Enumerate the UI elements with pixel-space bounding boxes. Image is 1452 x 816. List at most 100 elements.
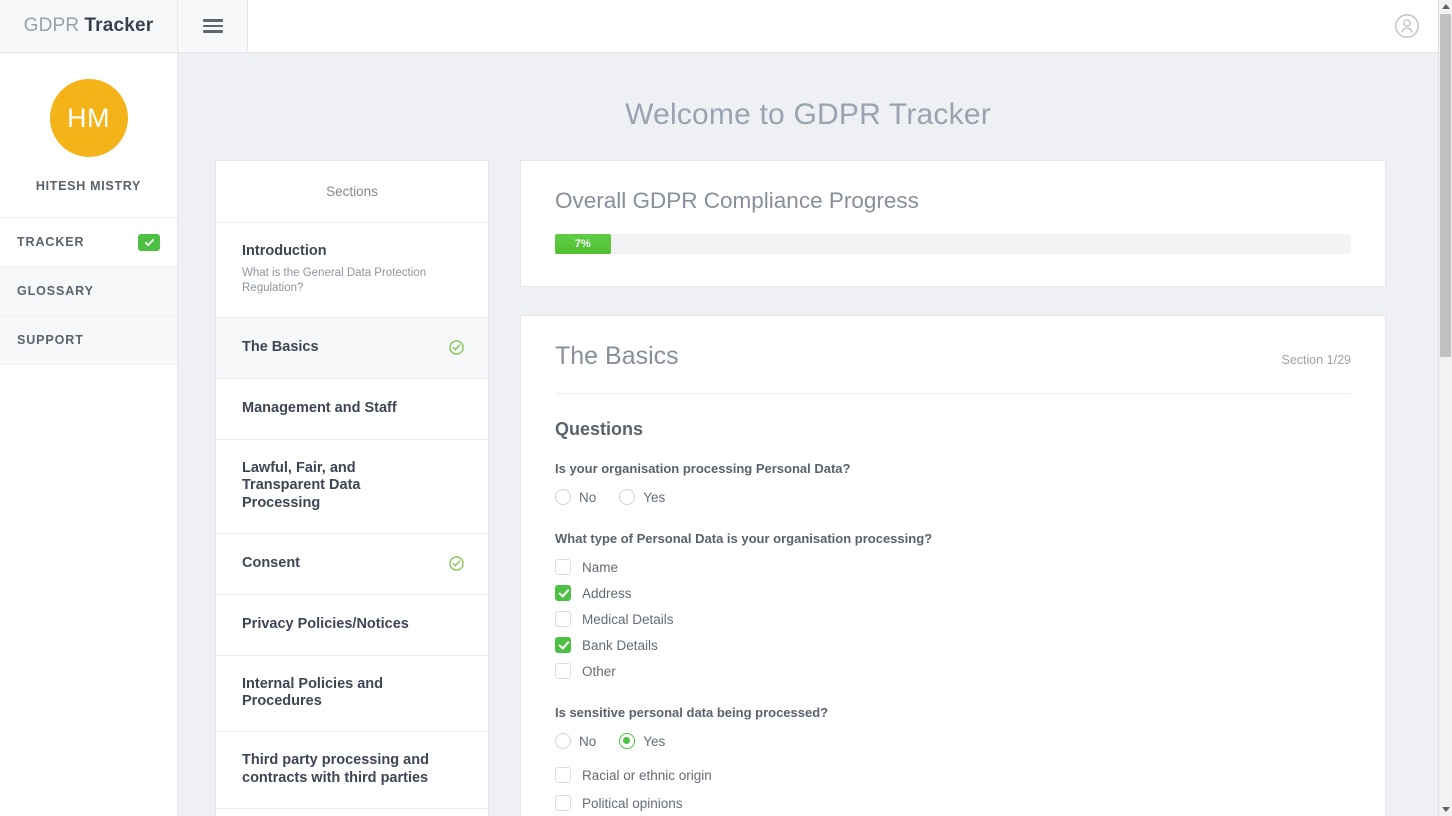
section-counter: Section 1/29	[1282, 353, 1352, 367]
checkbox-option-label: Racial or ethnic origin	[582, 768, 712, 783]
section-item-subtitle: What is the General Data Protection Regu…	[242, 266, 439, 297]
section-item-text: The Basics	[242, 339, 449, 357]
main-content: Welcome to GDPR Tracker Sections Introdu…	[178, 53, 1438, 816]
triangle-up-icon[interactable]	[1439, 0, 1452, 13]
hamburger-icon[interactable]	[178, 0, 248, 52]
sidebar-nav: TRACKER GLOSSARY SUPPORT	[0, 218, 177, 365]
check-icon	[138, 234, 160, 251]
logo-text-light: GDPR	[24, 15, 80, 37]
sections-list: Introduction What is the General Data Pro…	[216, 223, 488, 816]
radio-option-label: No	[579, 490, 596, 505]
checkbox-option[interactable]: Name	[555, 559, 1351, 575]
progress-card: Overall GDPR Compliance Progress 7%	[520, 160, 1386, 287]
question-block: Is sensitive personal data being process…	[555, 705, 1351, 811]
app-root: GDPR Tracker HM HITESH MISTRY TRACKER GLO…	[0, 0, 1452, 816]
section-list-item[interactable]: Consent	[216, 534, 488, 595]
section-item-text: Consent	[242, 555, 449, 573]
progress-title: Overall GDPR Compliance Progress	[555, 188, 1351, 214]
section-item-title: Lawful, Fair, and Transparent Data Proce…	[242, 460, 439, 513]
section-item-title: Introduction	[242, 243, 439, 261]
radio-group: No Yes	[555, 733, 1351, 749]
radio-dot[interactable]	[555, 489, 571, 505]
content-row: Sections Introduction What is the General…	[178, 160, 1438, 816]
sub-options-group: Racial or ethnic origin Political opinion…	[555, 767, 1351, 811]
radio-dot[interactable]	[555, 733, 571, 749]
checkbox-option-label: Name	[582, 560, 618, 575]
checkbox-box[interactable]	[555, 559, 571, 575]
radio-option-label: Yes	[643, 734, 665, 749]
section-list-item[interactable]: Privacy Policies/Notices	[216, 595, 488, 656]
user-profile-block: HM HITESH MISTRY	[0, 53, 177, 218]
checkbox-option[interactable]: Address	[555, 585, 1351, 601]
section-list-item[interactable]: The Basics	[216, 318, 488, 379]
section-complete-check-icon	[449, 556, 464, 571]
section-item-title: Third party processing and contracts wit…	[242, 752, 439, 787]
section-complete-check-icon	[449, 340, 464, 355]
progress-bar-fill: 7%	[555, 234, 611, 254]
logo-text-strong: Tracker	[84, 15, 153, 37]
section-item-text: Lawful, Fair, and Transparent Data Proce…	[242, 460, 449, 513]
checkbox-box[interactable]	[555, 767, 571, 783]
checkbox-option-label: Medical Details	[582, 612, 674, 627]
user-circle-icon[interactable]	[1376, 0, 1438, 52]
checkbox-option[interactable]: Political opinions	[555, 795, 1351, 811]
section-list-item[interactable]: Consider who stores your data	[216, 809, 488, 816]
radio-option-no[interactable]: No	[555, 489, 596, 505]
section-item-text: Privacy Policies/Notices	[242, 616, 449, 634]
checkbox-option-label: Bank Details	[582, 638, 658, 653]
checkbox-box[interactable]	[555, 795, 571, 811]
checkbox-option-label: Other	[582, 664, 616, 679]
radio-dot[interactable]	[619, 733, 635, 749]
checkbox-box[interactable]	[555, 663, 571, 679]
radio-option-yes[interactable]: Yes	[619, 489, 665, 505]
section-item-title: Internal Policies and Procedures	[242, 676, 439, 711]
page-scrollbar[interactable]	[1438, 0, 1452, 816]
sidebar-item-label: GLOSSARY	[17, 284, 94, 298]
questions-heading: Questions	[555, 419, 1351, 440]
checkbox-option-label: Address	[582, 586, 632, 601]
checkbox-option[interactable]: Medical Details	[555, 611, 1351, 627]
checkbox-option[interactable]: Bank Details	[555, 637, 1351, 653]
hamburger-bars	[203, 16, 223, 37]
question-label: What type of Personal Data is your organ…	[555, 531, 1351, 546]
sections-panel-header: Sections	[216, 161, 488, 223]
section-list-item[interactable]: Introduction What is the General Data Pro…	[216, 223, 488, 318]
section-list-item[interactable]: Third party processing and contracts wit…	[216, 732, 488, 808]
topbar-spacer	[248, 0, 1376, 52]
sections-panel: Sections Introduction What is the General…	[215, 160, 489, 816]
right-column: Overall GDPR Compliance Progress 7% The …	[520, 160, 1386, 816]
section-item-title: Management and Staff	[242, 400, 439, 418]
radio-dot[interactable]	[619, 489, 635, 505]
avatar: HM	[50, 79, 128, 157]
section-list-item[interactable]: Management and Staff	[216, 379, 488, 440]
scrollbar-thumb[interactable]	[1440, 14, 1451, 357]
radio-option-no[interactable]: No	[555, 733, 596, 749]
checkbox-box[interactable]	[555, 637, 571, 653]
sidebar-item-support[interactable]: SUPPORT	[0, 316, 177, 365]
top-navbar: GDPR Tracker	[0, 0, 1438, 53]
question-label: Is your organisation processing Personal…	[555, 461, 1351, 476]
checkbox-box[interactable]	[555, 585, 571, 601]
section-header: The Basics Section 1/29	[555, 342, 1351, 394]
app-logo[interactable]: GDPR Tracker	[0, 0, 178, 52]
question-block: What type of Personal Data is your organ…	[555, 531, 1351, 679]
section-item-text: Management and Staff	[242, 400, 449, 418]
checkbox-option[interactable]: Other	[555, 663, 1351, 679]
sidebar-item-tracker[interactable]: TRACKER	[0, 218, 177, 267]
left-sidebar: HM HITESH MISTRY TRACKER GLOSSARY SUPPORT	[0, 53, 178, 816]
checkbox-box[interactable]	[555, 611, 571, 627]
section-item-title: The Basics	[242, 339, 439, 357]
section-list-item[interactable]: Lawful, Fair, and Transparent Data Proce…	[216, 440, 488, 534]
radio-option-yes[interactable]: Yes	[619, 733, 665, 749]
sidebar-item-label: TRACKER	[17, 235, 84, 249]
radio-option-label: Yes	[643, 490, 665, 505]
radio-option-label: No	[579, 734, 596, 749]
section-card: The Basics Section 1/29 Questions Is you…	[520, 315, 1386, 816]
sidebar-item-glossary[interactable]: GLOSSARY	[0, 267, 177, 316]
section-title: The Basics	[555, 342, 679, 371]
triangle-down-icon[interactable]	[1439, 803, 1452, 816]
question-block: Is your organisation processing Personal…	[555, 461, 1351, 505]
question-label: Is sensitive personal data being process…	[555, 705, 1351, 720]
section-list-item[interactable]: Internal Policies and Procedures	[216, 656, 488, 732]
checkbox-option[interactable]: Racial or ethnic origin	[555, 767, 1351, 783]
